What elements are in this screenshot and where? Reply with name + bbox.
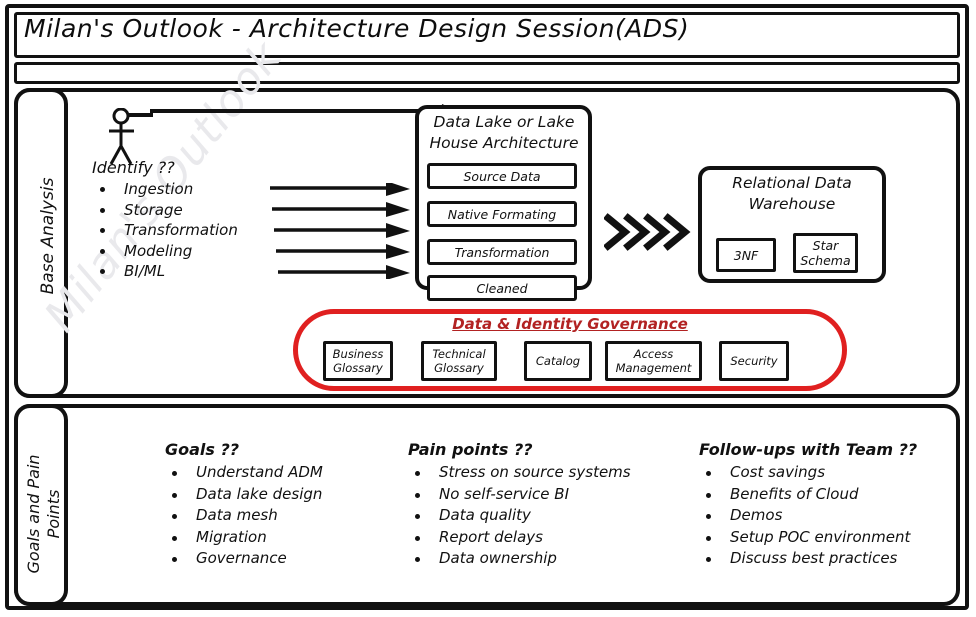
data-lake-title-line1: Data Lake or Lake	[433, 113, 575, 131]
list-item: Ingestion	[92, 179, 292, 200]
sidebar-goals-label-line2: Points	[44, 489, 63, 539]
right-arrow-icon-group	[270, 183, 410, 279]
governance-item-access-management: Access Management	[605, 341, 702, 381]
list-item: Transformation	[92, 220, 292, 241]
goals-heading: Goals ??	[165, 440, 240, 459]
double-chevron-right-icon	[604, 213, 691, 251]
list-item: Discuss best practices	[699, 548, 917, 570]
list-item: Benefits of Cloud	[699, 484, 917, 506]
warehouse-title-line1: Relational Data	[732, 174, 852, 192]
list-item: Governance	[165, 548, 323, 570]
sidebar-base-analysis: Base Analysis	[14, 88, 68, 398]
list-item: Data lake design	[165, 484, 323, 506]
list-item: Data mesh	[165, 505, 323, 527]
warehouse-item-star-schema: Star Schema	[793, 233, 858, 273]
follow-ups-column: Follow-ups with Team ?? Cost savings Ben…	[699, 440, 917, 570]
data-lake-title: Data Lake or Lake House Architecture	[418, 112, 590, 154]
identify-heading: Identify ??	[92, 158, 175, 177]
goals-column: Goals ?? Understand ADM Data lake design…	[165, 440, 323, 570]
list-item: Report delays	[408, 527, 631, 549]
governance-title: Data & Identity Governance	[452, 315, 688, 333]
list-item: BI/ML	[92, 261, 292, 282]
follow-ups-list: Cost savings Benefits of Cloud Demos Set…	[699, 462, 917, 570]
list-item: Demos	[699, 505, 917, 527]
list-item: Cost savings	[699, 462, 917, 484]
data-lake-stage-source-data: Source Data	[427, 163, 577, 189]
sidebar-goals-label: Goals and Pain Points	[24, 414, 64, 614]
sidebar-goals-label-line1: Goals and Pain	[24, 454, 43, 574]
data-lake-stage-native-formating: Native Formating	[427, 201, 577, 227]
pain-points-column: Pain points ?? Stress on source systems …	[408, 440, 631, 570]
list-item: Modeling	[92, 241, 292, 262]
data-lake-title-line2: House Architecture	[429, 134, 579, 152]
list-item: Understand ADM	[165, 462, 323, 484]
list-item: Data ownership	[408, 548, 631, 570]
sidebar-goals-and-pain-points: Goals and Pain Points	[14, 404, 68, 606]
list-item: Data quality	[408, 505, 631, 527]
sidebar-base-analysis-label: Base Analysis	[38, 177, 58, 295]
pain-points-heading: Pain points ??	[408, 440, 533, 459]
list-item: Storage	[92, 200, 292, 221]
data-lake-stage-transformation: Transformation	[427, 239, 577, 265]
governance-item-catalog: Catalog	[524, 341, 592, 381]
warehouse-title-line2: Warehouse	[748, 195, 836, 213]
identify-block: Identify ?? Ingestion Storage Transforma…	[92, 158, 292, 282]
list-item: Setup POC environment	[699, 527, 917, 549]
list-item: Stress on source systems	[408, 462, 631, 484]
identify-list: Ingestion Storage Transformation Modelin…	[92, 179, 292, 282]
pain-points-list: Stress on source systems No self-service…	[408, 462, 631, 570]
warehouse-title: Relational Data Warehouse	[700, 173, 884, 215]
goals-list: Understand ADM Data lake design Data mes…	[165, 462, 323, 570]
title-spacer-band	[14, 62, 960, 84]
governance-item-business-glossary: Business Glossary	[323, 341, 393, 381]
governance-item-security: Security	[719, 341, 789, 381]
follow-ups-heading: Follow-ups with Team ??	[699, 440, 918, 459]
page-title: Milan's Outlook - Architecture Design Se…	[24, 14, 690, 43]
governance-item-technical-glossary: Technical Glossary	[421, 341, 497, 381]
warehouse-item-3nf: 3NF	[716, 238, 776, 272]
list-item: Migration	[165, 527, 323, 549]
list-item: No self-service BI	[408, 484, 631, 506]
data-lake-stage-cleaned: Cleaned	[427, 275, 577, 301]
